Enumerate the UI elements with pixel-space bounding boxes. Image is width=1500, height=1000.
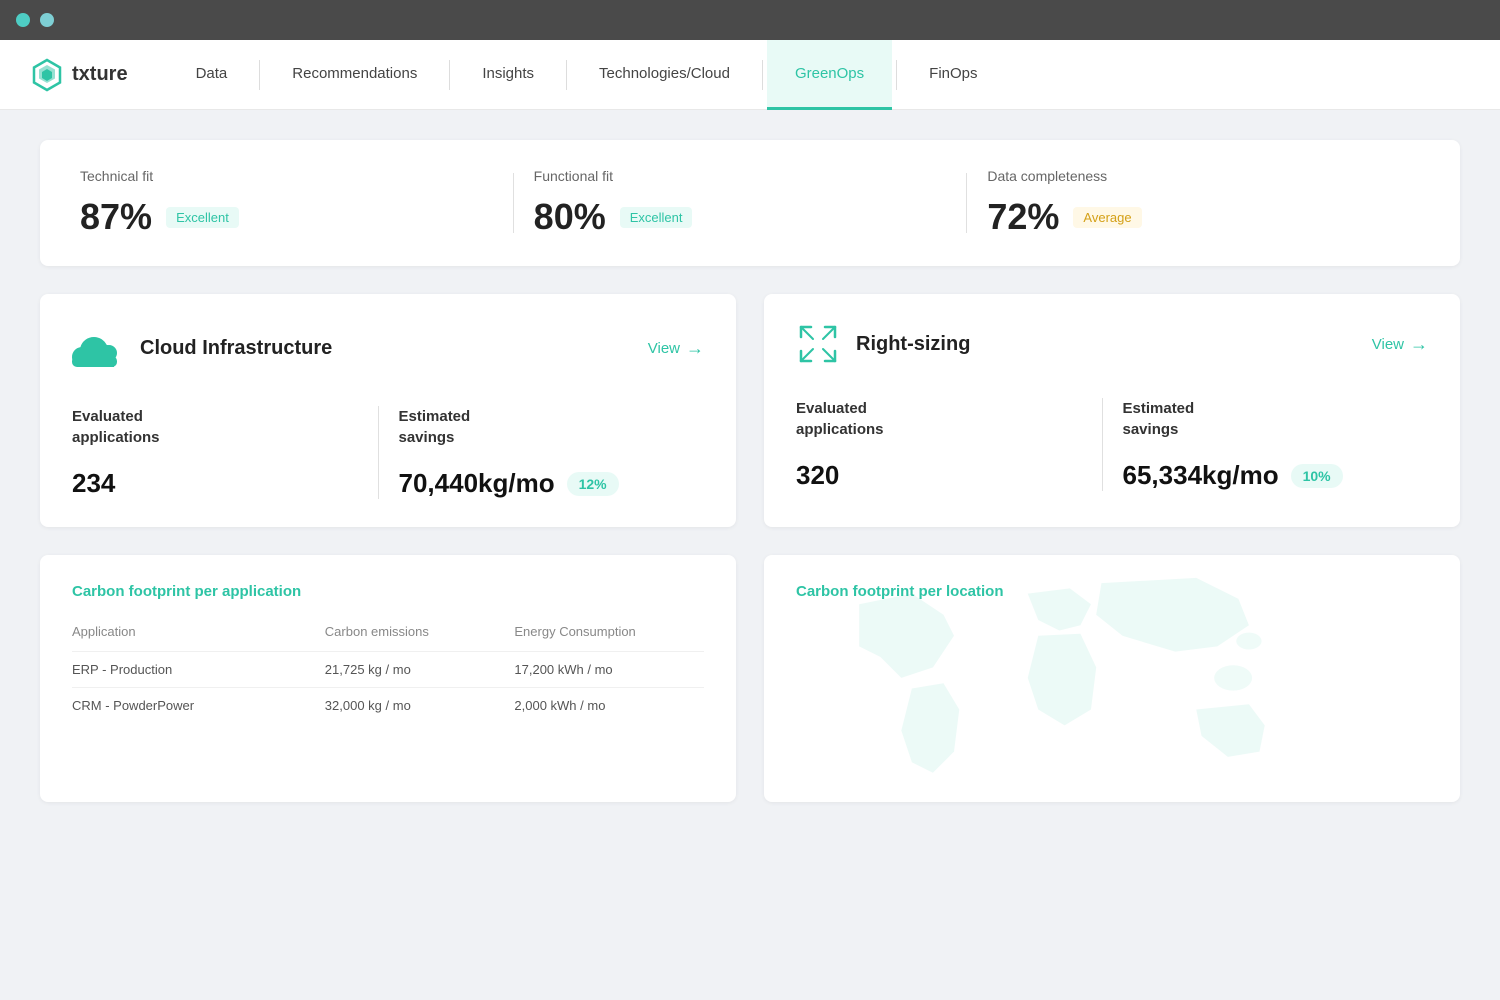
row1-app: ERP - Production	[72, 662, 325, 677]
logo-text: txture	[72, 63, 128, 86]
nav-item-insights[interactable]: Insights	[454, 40, 562, 110]
bottom-panels-row: Carbon footprint per application Applica…	[40, 555, 1460, 802]
col-carbon: Carbon emissions	[325, 624, 515, 639]
row2-app: CRM - PowderPower	[72, 698, 325, 713]
logo-icon	[30, 58, 64, 92]
nav-sep-2	[449, 60, 450, 90]
technical-fit-label: Technical fit	[80, 168, 493, 184]
technical-fit-badge: Excellent	[166, 207, 239, 228]
row1-carbon: 21,725 kg / mo	[325, 662, 515, 677]
cloud-est-savings-label: Estimatedsavings	[399, 406, 685, 448]
right-sizing-panel: Right-sizing View → Evaluatedapplication…	[764, 294, 1460, 527]
rs-eval-apps-label: Evaluatedapplications	[796, 398, 1082, 440]
nav-item-greenops[interactable]: GreenOps	[767, 40, 892, 110]
table-row: ERP - Production 21,725 kg / mo 17,200 k…	[72, 651, 704, 687]
cloud-eval-apps-value-row: 234	[72, 468, 358, 499]
functional-fit-badge: Excellent	[620, 207, 693, 228]
nav-item-finops[interactable]: FinOps	[901, 40, 1005, 110]
carbon-app-table-header: Application Carbon emissions Energy Cons…	[72, 624, 704, 639]
rs-est-savings: Estimatedsavings 65,334kg/mo 10%	[1103, 398, 1429, 491]
main-content: Technical fit 87% Excellent Functional f…	[0, 110, 1500, 832]
functional-fit-value-row: 80% Excellent	[534, 196, 947, 238]
data-completeness-value-row: 72% Average	[987, 196, 1400, 238]
right-sizing-title: Right-sizing	[856, 333, 970, 356]
cloud-eval-apps: Evaluatedapplications 234	[72, 406, 378, 499]
cloud-est-savings: Estimatedsavings 70,440kg/mo 12%	[379, 406, 705, 499]
data-completeness-block: Data completeness 72% Average	[967, 168, 1420, 238]
right-sizing-view-arrow: →	[1410, 334, 1428, 355]
cloud-infra-view-link[interactable]: View →	[648, 338, 704, 359]
nav-item-recommendations[interactable]: Recommendations	[264, 40, 445, 110]
rs-eval-apps-value-row: 320	[796, 460, 1082, 491]
right-sizing-stats: Evaluatedapplications 320 Estimatedsavin…	[796, 398, 1428, 491]
nav-sep-1	[259, 60, 260, 90]
rs-est-savings-label: Estimatedsavings	[1123, 398, 1409, 440]
cloud-icon	[72, 329, 124, 367]
data-completeness-badge: Average	[1073, 207, 1141, 228]
functional-fit-block: Functional fit 80% Excellent	[514, 168, 967, 238]
functional-fit-label: Functional fit	[534, 168, 947, 184]
rs-est-savings-value: 65,334kg/mo	[1123, 460, 1279, 491]
nav-items: Data Recommendations Insights Technologi…	[168, 40, 1006, 109]
nav-item-data[interactable]: Data	[168, 40, 256, 110]
resize-icon-wrap	[796, 322, 840, 366]
cloud-icon-wrap	[72, 322, 124, 374]
cloud-est-savings-value: 70,440kg/mo	[399, 468, 555, 499]
row2-carbon: 32,000 kg / mo	[325, 698, 515, 713]
carbon-location-panel: Carbon footprint per location	[764, 555, 1460, 802]
cloud-infra-panel: Cloud Infrastructure View → Evaluatedapp…	[40, 294, 736, 527]
cloud-infra-title: Cloud Infrastructure	[140, 337, 332, 360]
data-completeness-value: 72%	[987, 196, 1059, 238]
dot-2	[40, 13, 54, 27]
cloud-est-savings-value-row: 70,440kg/mo 12%	[399, 468, 685, 499]
cloud-infra-view-arrow: →	[686, 338, 704, 359]
carbon-app-title: Carbon footprint per application	[72, 583, 704, 600]
world-map	[796, 541, 1428, 857]
stats-card: Technical fit 87% Excellent Functional f…	[40, 140, 1460, 266]
rs-est-savings-badge: 10%	[1291, 464, 1343, 488]
cloud-eval-apps-value: 234	[72, 468, 115, 499]
col-application: Application	[72, 624, 325, 639]
logo[interactable]: txture	[30, 58, 128, 92]
cloud-est-savings-badge: 12%	[567, 472, 619, 496]
cloud-infra-stats: Evaluatedapplications 234 Estimatedsavin…	[72, 406, 704, 499]
resize-icon	[799, 325, 837, 363]
table-row: CRM - PowderPower 32,000 kg / mo 2,000 k…	[72, 687, 704, 723]
right-sizing-header: Right-sizing View →	[796, 322, 1428, 366]
technical-fit-block: Technical fit 87% Excellent	[80, 168, 513, 238]
data-completeness-label: Data completeness	[987, 168, 1400, 184]
right-sizing-title-row: Right-sizing	[796, 322, 970, 366]
top-bar	[0, 0, 1500, 40]
right-sizing-view-label: View	[1372, 336, 1404, 353]
nav-sep-5	[896, 60, 897, 90]
navigation: txture Data Recommendations Insights Tec…	[0, 40, 1500, 110]
cloud-eval-apps-label: Evaluatedapplications	[72, 406, 358, 448]
rs-eval-apps: Evaluatedapplications 320	[796, 398, 1102, 491]
dot-1	[16, 13, 30, 27]
right-sizing-view-link[interactable]: View →	[1372, 334, 1428, 355]
nav-item-tech-cloud[interactable]: Technologies/Cloud	[571, 40, 758, 110]
row1-energy: 17,200 kWh / mo	[514, 662, 704, 677]
cloud-infra-view-label: View	[648, 340, 680, 357]
row2-energy: 2,000 kWh / mo	[514, 698, 704, 713]
cloud-infra-header: Cloud Infrastructure View →	[72, 322, 704, 374]
technical-fit-value: 87%	[80, 196, 152, 238]
nav-sep-3	[566, 60, 567, 90]
col-energy: Energy Consumption	[514, 624, 704, 639]
functional-fit-value: 80%	[534, 196, 606, 238]
carbon-app-panel: Carbon footprint per application Applica…	[40, 555, 736, 802]
cloud-infra-title-row: Cloud Infrastructure	[72, 322, 332, 374]
rs-eval-apps-value: 320	[796, 460, 839, 491]
technical-fit-value-row: 87% Excellent	[80, 196, 493, 238]
panels-row: Cloud Infrastructure View → Evaluatedapp…	[40, 294, 1460, 527]
rs-est-savings-value-row: 65,334kg/mo 10%	[1123, 460, 1409, 491]
nav-sep-4	[762, 60, 763, 90]
map-area	[796, 624, 1428, 774]
